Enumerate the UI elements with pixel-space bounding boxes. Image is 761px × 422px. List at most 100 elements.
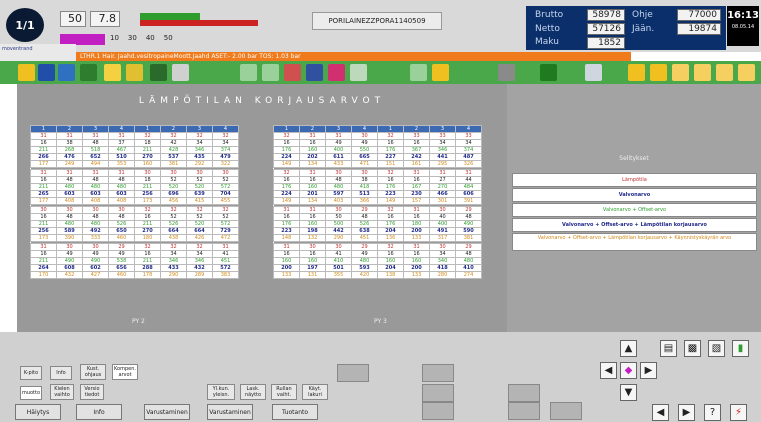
- trash-icon[interactable]: [498, 64, 515, 81]
- tool-icon[interactable]: [284, 64, 301, 81]
- table-cell: 480: [455, 257, 482, 265]
- column-header: 1: [134, 125, 161, 133]
- table-cell: 34: [212, 139, 239, 147]
- nav-varustaminen-1[interactable]: Varustaminen: [144, 404, 190, 420]
- table-cell: 16: [273, 176, 300, 184]
- down-arrow-icon[interactable]: ▼: [620, 384, 637, 401]
- nav-varustaminen-2[interactable]: Varustaminen: [207, 404, 253, 420]
- table-cell: 664: [186, 227, 213, 235]
- table-cell: 346: [160, 257, 187, 265]
- muotto-button[interactable]: muotto: [20, 386, 42, 400]
- kompen-arvot-button[interactable]: Kompen. arvot: [112, 364, 138, 380]
- nav-haiytys[interactable]: Häiytys: [15, 404, 61, 420]
- table-cell: 704: [212, 190, 239, 198]
- right-arrow-icon[interactable]: ▶: [640, 362, 657, 379]
- table-cell: 526: [160, 220, 187, 228]
- table-cell: 31: [455, 169, 482, 177]
- kielen-vaihto-button[interactable]: Kielen vaihto: [50, 384, 74, 400]
- info-button[interactable]: Info: [50, 366, 72, 380]
- table-cell: 268: [56, 146, 83, 154]
- tool-icon[interactable]: [738, 64, 755, 81]
- tool-icon[interactable]: [306, 64, 323, 81]
- tool-icon[interactable]: [410, 64, 427, 81]
- table-cell: 326: [455, 160, 482, 168]
- page-indicator[interactable]: 1/1: [6, 8, 44, 42]
- rullan-vaiht-button[interactable]: Rullan vaiht.: [271, 384, 297, 400]
- column-header: 4: [351, 125, 378, 133]
- legend-row: Lämpötila: [512, 173, 757, 187]
- table-cell: 211: [30, 146, 57, 154]
- tool-icon[interactable]: [694, 64, 711, 81]
- tool-icon[interactable]: [672, 64, 689, 81]
- left-arrow-icon[interactable]: ◀: [600, 362, 617, 379]
- tool-icon[interactable]: [126, 64, 143, 81]
- nav-tuotanto[interactable]: Tuotanto: [272, 404, 318, 420]
- stat-value-ohje: 77000: [677, 9, 721, 21]
- table-cell: 48: [82, 213, 109, 221]
- yl-kun-button[interactable]: Yl.kun. yleisn.: [207, 384, 235, 400]
- table-label-py3: PY 3: [374, 318, 387, 325]
- table-cell: 432: [56, 271, 83, 279]
- tool-icon[interactable]: [540, 64, 557, 81]
- table-cell: 177: [30, 197, 57, 205]
- table-cell: 161: [403, 160, 430, 168]
- table-cell: 31: [30, 243, 57, 251]
- table-cell: 510: [108, 153, 135, 161]
- table-cell: 638: [351, 227, 378, 235]
- table-cell: 16: [377, 139, 404, 147]
- table-cell: 48: [455, 213, 482, 221]
- tool-icon[interactable]: [240, 64, 257, 81]
- tool-icon[interactable]: [432, 64, 449, 81]
- tool-icon[interactable]: [150, 64, 167, 81]
- ladder-icon[interactable]: ▤: [660, 340, 677, 357]
- center-icon[interactable]: ◆: [620, 362, 637, 379]
- lask-naytto-button[interactable]: Lask. näytto: [240, 384, 266, 400]
- tool-icon[interactable]: [328, 64, 345, 81]
- tool-icon[interactable]: [104, 64, 121, 81]
- table-row: 160 160 410 480 160 160 340 480: [273, 257, 482, 265]
- tool-icon[interactable]: [585, 64, 602, 81]
- help-icon[interactable]: ?: [704, 404, 721, 421]
- table-cell: 30: [429, 206, 456, 214]
- table-cell: 224: [273, 153, 300, 161]
- table-cell: 149: [273, 197, 300, 205]
- table-cell: 173: [30, 234, 57, 242]
- table-row: 16 16 48 38 16 16 27 44: [273, 176, 482, 184]
- table-cell: 133: [403, 271, 430, 279]
- table-cell: 16: [299, 139, 326, 147]
- table-cell: 30: [56, 206, 83, 214]
- stat-value-maku: 1852: [587, 37, 625, 49]
- tool-icon[interactable]: [650, 64, 667, 81]
- table-cell: 31: [429, 169, 456, 177]
- kust-ohjaus-button[interactable]: Kust. ohjaus: [80, 364, 106, 380]
- nav-info[interactable]: Info: [76, 404, 122, 420]
- tool-icon[interactable]: [38, 64, 55, 81]
- tool-icon[interactable]: [58, 64, 75, 81]
- k-pito-button[interactable]: K-pito: [20, 366, 42, 380]
- right-arrow-icon[interactable]: ▶: [678, 404, 695, 421]
- tool-icon[interactable]: [262, 64, 279, 81]
- tool-icon[interactable]: [716, 64, 733, 81]
- panel-icon[interactable]: ▩: [684, 340, 701, 357]
- table-cell: 31: [212, 243, 239, 251]
- table-cell: 200: [273, 264, 300, 272]
- up-arrow-icon[interactable]: ▲: [620, 340, 637, 357]
- table-row: 149 134 433 471 151 161 295 326: [273, 160, 482, 168]
- versio-tiedot-button[interactable]: Versio tiedot: [80, 384, 104, 400]
- sheet-icon[interactable]: ▧: [708, 340, 725, 357]
- table-cell: 31: [403, 206, 430, 214]
- table-label-py2: PY 2: [132, 318, 145, 325]
- kayt-lakuri-button[interactable]: Käyt. lakuri: [302, 384, 328, 400]
- battery-icon[interactable]: ▮: [732, 340, 749, 357]
- tool-icon[interactable]: [18, 64, 35, 81]
- tool-icon[interactable]: [172, 64, 189, 81]
- table-cell: 49: [56, 250, 83, 258]
- status-strip: LTHR.1 Hair. Jaahd.vesitropaineMoott.Jaa…: [76, 52, 631, 61]
- tool-icon[interactable]: [628, 64, 645, 81]
- left-arrow-icon[interactable]: ◀: [652, 404, 669, 421]
- tool-icon[interactable]: [350, 64, 367, 81]
- lightning-icon[interactable]: ⚡: [730, 404, 747, 421]
- table-cell: 656: [108, 264, 135, 272]
- table-cell: 520: [160, 183, 187, 191]
- tool-icon[interactable]: [80, 64, 97, 81]
